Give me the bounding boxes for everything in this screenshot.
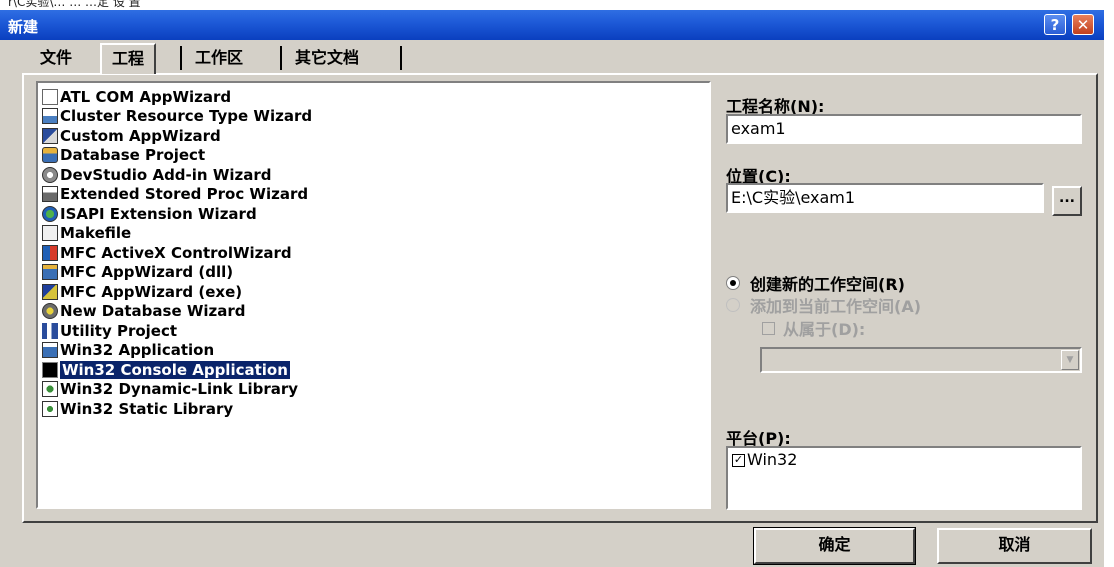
tab-divider <box>280 46 282 70</box>
dependency-checkbox[interactable]: 从属于(D): <box>762 316 865 340</box>
dialog-title: 新建 <box>8 18 39 36</box>
list-item[interactable]: MFC AppWizard (dll) <box>42 263 312 283</box>
tab-other-documents[interactable]: 其它文档 <box>285 44 369 72</box>
list-item[interactable]: Extended Stored Proc Wizard <box>42 185 312 205</box>
mfc-dll-icon <box>42 264 58 281</box>
close-button[interactable]: ✕ <box>1072 14 1094 35</box>
list-item[interactable]: Utility Project <box>42 321 312 341</box>
dll-icon <box>42 381 58 398</box>
tab-files[interactable]: 文件 <box>30 44 82 72</box>
list-item[interactable]: Win32 Application <box>42 341 312 361</box>
checkbox-icon <box>762 321 775 335</box>
new-db-icon <box>42 303 58 320</box>
list-item[interactable]: ISAPI Extension Wizard <box>42 204 312 224</box>
cancel-button[interactable]: 取消 <box>937 528 1092 564</box>
list-item[interactable]: DevStudio Add-in Wizard <box>42 165 312 185</box>
list-item[interactable]: Win32 Static Library <box>42 399 312 419</box>
radio-unselected-icon <box>726 298 740 312</box>
list-item[interactable]: ATL COM AppWizard <box>42 87 312 107</box>
background-fragment: r\C实验\… … …定 设 置 <box>0 0 1114 10</box>
list-item[interactable]: MFC ActiveX ControlWizard <box>42 243 312 263</box>
utility-icon <box>42 322 58 339</box>
list-item[interactable]: Custom AppWizard <box>42 126 312 146</box>
checkbox-checked-icon[interactable]: ✓ <box>732 454 745 467</box>
list-item[interactable]: Makefile <box>42 224 312 244</box>
static-lib-icon <box>42 400 58 417</box>
list-item[interactable]: Cluster Resource Type Wizard <box>42 107 312 127</box>
win32-app-icon <box>42 342 58 359</box>
project-type-list[interactable]: ATL COM AppWizard Cluster Resource Type … <box>36 81 711 509</box>
custom-wizard-icon <box>42 127 58 144</box>
stored-proc-icon <box>42 186 58 203</box>
activex-icon <box>42 244 58 261</box>
makefile-icon <box>42 225 58 242</box>
browse-button[interactable]: ... <box>1052 186 1082 216</box>
addin-icon <box>42 166 58 183</box>
atl-icon <box>42 88 58 105</box>
chevron-down-icon[interactable]: ▼ <box>1061 350 1079 370</box>
list-item[interactable]: New Database Wizard <box>42 302 312 322</box>
list-item[interactable]: Database Project <box>42 146 312 166</box>
create-new-workspace-radio[interactable]: 创建新的工作空间(R) <box>726 271 905 295</box>
platform-item[interactable]: ✓ Win32 <box>732 450 1076 469</box>
title-bar: 新建 ? ✕ <box>0 10 1104 40</box>
isapi-icon <box>42 205 58 222</box>
tab-projects[interactable]: 工程 <box>100 43 157 74</box>
tab-strip: 文件 工程 工作区 其它文档 <box>28 43 420 74</box>
database-icon <box>42 147 58 164</box>
tab-divider <box>400 46 402 70</box>
list-item[interactable]: Win32 Dynamic-Link Library <box>42 380 312 400</box>
console-icon <box>42 361 58 378</box>
tab-workspaces[interactable]: 工作区 <box>185 44 253 72</box>
list-item[interactable]: MFC AppWizard (exe) <box>42 282 312 302</box>
radio-selected-icon <box>726 276 740 290</box>
project-name-input[interactable]: exam1 <box>726 114 1082 144</box>
tab-divider <box>180 46 182 70</box>
list-item[interactable]: Win32 Console Application <box>42 360 312 380</box>
cluster-icon <box>42 108 58 125</box>
mfc-exe-icon <box>42 283 58 300</box>
dependency-dropdown[interactable]: ▼ <box>760 347 1082 373</box>
location-input[interactable]: E:\C实验\exam1 <box>726 183 1044 213</box>
platform-list[interactable]: ✓ Win32 <box>726 446 1082 510</box>
background-text: r\C实验\… … …定 设 置 <box>8 0 141 9</box>
ok-button[interactable]: 确定 <box>753 527 916 565</box>
add-to-workspace-radio[interactable]: 添加到当前工作空间(A) <box>726 293 921 317</box>
help-button[interactable]: ? <box>1044 14 1066 35</box>
